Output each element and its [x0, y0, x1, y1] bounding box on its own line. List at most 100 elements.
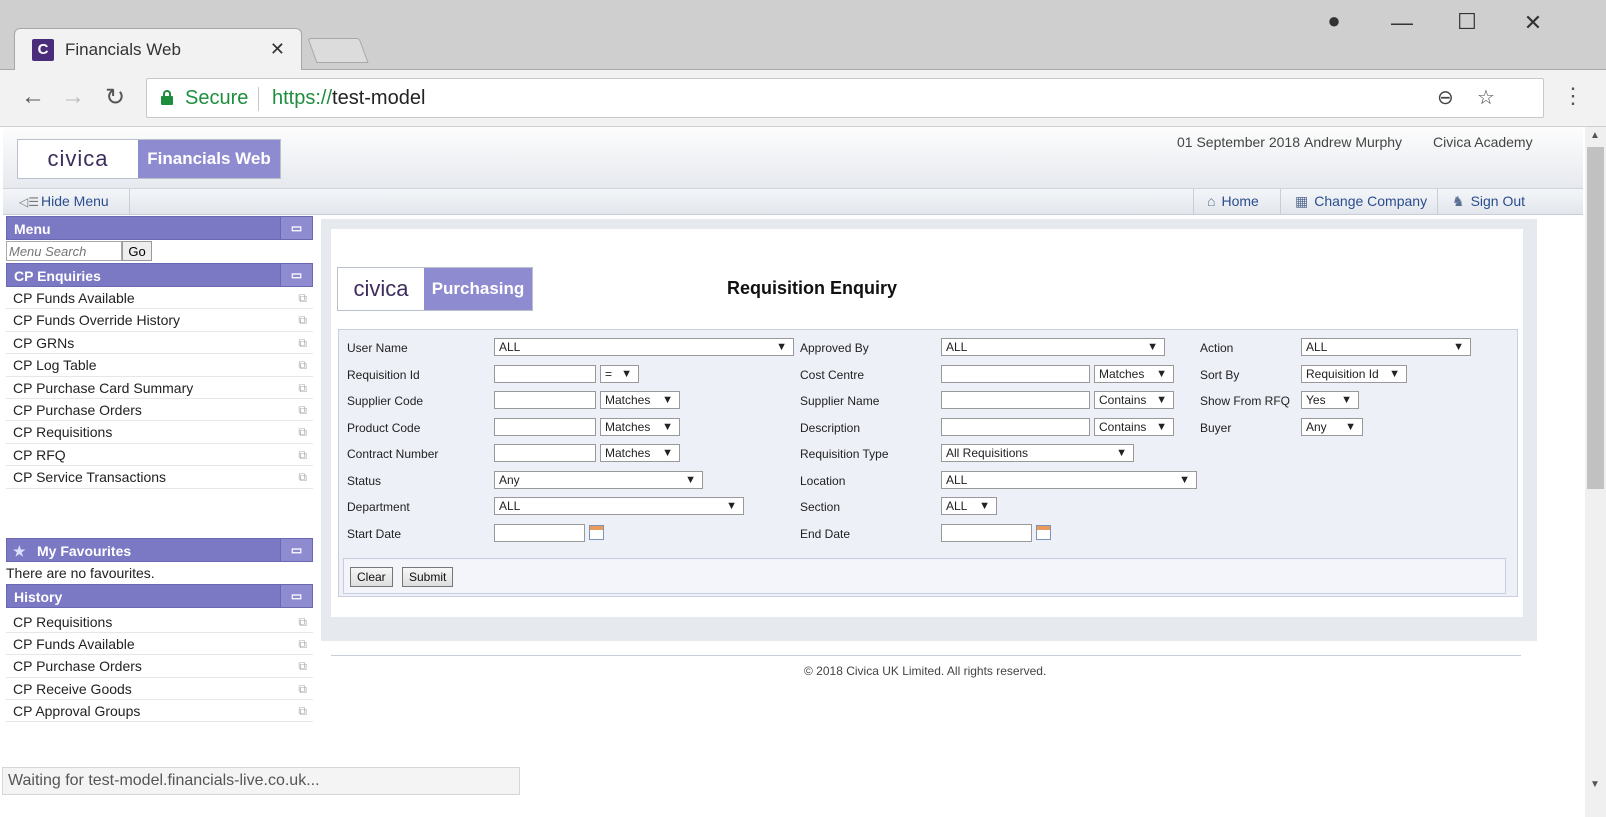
bookmark-star-icon[interactable]: ☆: [1477, 85, 1495, 110]
history-item-cp-purchase-orders[interactable]: CP Purchase Orders ⧉: [6, 655, 313, 678]
scroll-up-icon[interactable]: ▲: [1590, 130, 1600, 141]
url-text[interactable]: https://test-model: [272, 87, 425, 110]
sidebar-item-cp-service-transactions[interactable]: CP Service Transactions ⧉: [6, 466, 313, 489]
new-tab-button[interactable]: [307, 38, 369, 63]
show-from-rfq-select[interactable]: Yes ▼: [1301, 391, 1359, 409]
home-link[interactable]: ⌂ Home: [1207, 193, 1259, 209]
main-content: civica Purchasing Requisition Enquiry Us…: [321, 219, 1537, 641]
requisition-id-operator-select[interactable]: = ▼: [600, 365, 639, 383]
open-external-icon[interactable]: ⧉: [298, 633, 307, 655]
product-code-operator-select[interactable]: Matches ▼: [600, 418, 680, 436]
open-external-icon[interactable]: ⧉: [298, 700, 307, 722]
open-external-icon[interactable]: ⧉: [298, 354, 307, 376]
open-external-icon[interactable]: ⧉: [298, 399, 307, 421]
cp-enquiries-header[interactable]: CP Enquiries ▭: [6, 263, 313, 287]
history-header[interactable]: History ▭: [6, 583, 313, 608]
approved-by-select[interactable]: ALL ▼: [941, 338, 1165, 356]
open-external-icon[interactable]: ⧉: [298, 466, 307, 488]
favourites-panel-toggle-icon[interactable]: ▭: [280, 538, 312, 561]
description-input[interactable]: [941, 418, 1090, 436]
history-item-cp-requisitions[interactable]: CP Requisitions ⧉: [6, 611, 313, 633]
department-select[interactable]: ALL ▼: [494, 497, 744, 515]
open-external-icon[interactable]: ⧉: [298, 655, 307, 677]
end-date-calendar-icon[interactable]: [1036, 525, 1051, 540]
open-external-icon[interactable]: ⧉: [298, 611, 307, 633]
supplier-code-input[interactable]: [494, 391, 596, 409]
start-date-input[interactable]: [494, 524, 585, 542]
page-scrollbar[interactable]: ▲ ▼: [1585, 127, 1606, 817]
back-icon[interactable]: ←: [18, 83, 48, 111]
action-select[interactable]: ALL ▼: [1301, 338, 1471, 356]
supplier-code-operator-select[interactable]: Matches ▼: [600, 391, 680, 409]
submit-button[interactable]: Submit: [402, 567, 454, 587]
sidebar-item-cp-requisitions[interactable]: CP Requisitions ⧉: [6, 421, 313, 444]
sort-by-select[interactable]: Requisition Id ▼: [1301, 365, 1407, 383]
contract-number-input[interactable]: [494, 444, 596, 462]
sidebar-item-cp-log-table[interactable]: CP Log Table ⧉: [6, 354, 313, 377]
favourites-header[interactable]: ★ My Favourites ▭: [6, 537, 313, 562]
zoom-icon[interactable]: ⊖: [1437, 85, 1454, 110]
sidebar-item-cp-funds-override-history[interactable]: CP Funds Override History ⧉: [6, 309, 313, 332]
cost-centre-input[interactable]: [941, 365, 1090, 383]
close-window-icon[interactable]: ✕: [1518, 10, 1548, 36]
close-tab-icon[interactable]: ✕: [270, 39, 285, 60]
requisition-type-label: Requisition Type: [800, 447, 889, 461]
end-date-input[interactable]: [941, 524, 1032, 542]
menu-panel-toggle-icon[interactable]: ▭: [280, 217, 312, 239]
history-item-cp-receive-goods[interactable]: CP Receive Goods ⧉: [6, 678, 313, 701]
secure-label: Secure: [185, 87, 249, 109]
description-label: Description: [800, 421, 861, 435]
scrollbar-thumb[interactable]: [1587, 147, 1604, 489]
cost-centre-operator-select[interactable]: Matches ▼: [1094, 365, 1174, 383]
forward-icon[interactable]: →: [58, 83, 88, 111]
reload-icon[interactable]: ↻: [100, 83, 130, 112]
profile-icon[interactable]: ●: [1319, 8, 1349, 34]
open-external-icon[interactable]: ⧉: [298, 309, 307, 331]
sidebar-item-cp-purchase-card-summary[interactable]: CP Purchase Card Summary ⧉: [6, 377, 313, 399]
buyer-select[interactable]: Any ▼: [1301, 418, 1363, 436]
section-select[interactable]: ALL ▼: [941, 497, 997, 515]
open-external-icon[interactable]: ⧉: [298, 444, 307, 466]
menu-search-input[interactable]: [6, 241, 122, 261]
description-operator-select[interactable]: Contains ▼: [1094, 418, 1174, 436]
history-item-cp-approval-groups[interactable]: CP Approval Groups ⧉: [6, 700, 313, 723]
browser-menu-icon[interactable]: ⋮: [1562, 83, 1584, 109]
open-external-icon[interactable]: ⧉: [298, 377, 307, 399]
menu-search-go-button[interactable]: Go: [122, 241, 152, 261]
clear-button[interactable]: Clear: [350, 567, 393, 587]
open-external-icon[interactable]: ⧉: [298, 332, 307, 354]
status-select[interactable]: Any ▼: [494, 471, 703, 489]
open-external-icon[interactable]: ⧉: [298, 421, 307, 443]
hide-menu-link[interactable]: ◁☰ Hide Menu: [19, 193, 109, 209]
open-external-icon[interactable]: ⧉: [298, 678, 307, 700]
supplier-name-operator-select[interactable]: Contains ▼: [1094, 391, 1174, 409]
user-name-select[interactable]: ALL ▼: [494, 338, 794, 356]
location-select[interactable]: ALL ▼: [941, 471, 1197, 489]
supplier-name-input[interactable]: [941, 391, 1090, 409]
scroll-down-icon[interactable]: ▼: [1590, 779, 1600, 790]
start-date-calendar-icon[interactable]: [589, 525, 604, 540]
sidebar-item-cp-rfq[interactable]: CP RFQ ⧉: [6, 444, 313, 467]
sidebar-item-cp-funds-available[interactable]: CP Funds Available ⧉: [6, 287, 313, 310]
open-external-icon[interactable]: ⧉: [298, 287, 307, 309]
minimize-icon[interactable]: —: [1387, 10, 1417, 36]
requisition-type-select[interactable]: All Requisitions ▼: [941, 444, 1134, 462]
change-company-link[interactable]: ▦ Change Company: [1295, 193, 1427, 210]
history-item-cp-funds-available[interactable]: CP Funds Available ⧉: [6, 633, 313, 656]
sidebar-item-cp-grns[interactable]: CP GRNs ⧉: [6, 332, 313, 355]
contract-number-operator-select[interactable]: Matches ▼: [600, 444, 680, 462]
requisition-id-input[interactable]: [494, 365, 596, 383]
history-panel-toggle-icon[interactable]: ▭: [280, 584, 312, 607]
address-bar[interactable]: Secure https://test-model ⊖ ☆: [146, 78, 1544, 118]
sign-out-link[interactable]: ♞ Sign Out: [1452, 193, 1525, 210]
product-code-input[interactable]: [494, 418, 596, 436]
maximize-icon[interactable]: ☐: [1452, 9, 1482, 35]
header-user: Andrew Murphy: [1304, 134, 1403, 150]
user-name-label: User Name: [347, 341, 408, 355]
browser-tab[interactable]: C Financials Web ✕: [14, 28, 302, 71]
enquiries-panel-toggle-icon[interactable]: ▭: [280, 264, 312, 286]
sidebar-item-cp-purchase-orders[interactable]: CP Purchase Orders ⧉: [6, 399, 313, 422]
star-icon: ★: [13, 542, 26, 559]
buyer-label: Buyer: [1200, 421, 1232, 435]
sign-out-icon: ♞: [1452, 193, 1465, 209]
